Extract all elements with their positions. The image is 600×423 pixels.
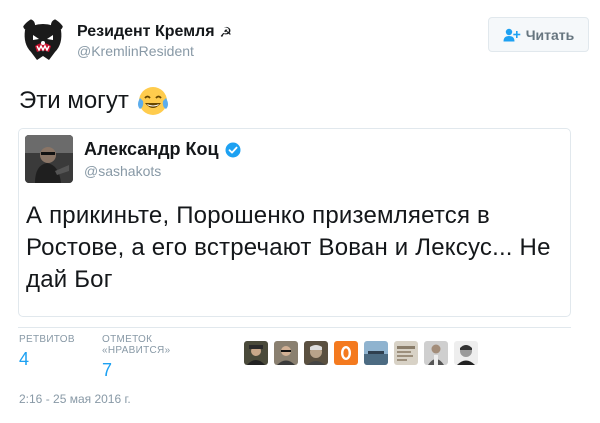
verified-badge-icon	[225, 142, 241, 157]
liker-avatar[interactable]	[454, 341, 478, 365]
author-handle[interactable]: @KremlinResident	[77, 43, 232, 59]
retweets-count: 4	[19, 349, 30, 369]
retweets-label: РЕТВИТОВ	[19, 334, 75, 345]
quoted-tweet[interactable]: Александр Коц @sashakots А прикиньте, По…	[18, 128, 571, 317]
follow-button[interactable]: Читать	[488, 17, 589, 52]
quoted-tweet-text: А прикиньте, Порошенко приземляется в Ро…	[26, 202, 551, 293]
face-with-tears-of-joy-icon	[137, 87, 168, 115]
liker-avatar[interactable]	[364, 341, 388, 365]
liker-avatar[interactable]	[394, 341, 418, 365]
likes-count: 7	[102, 360, 113, 380]
follow-user-icon	[503, 28, 521, 41]
tweet-text: Эти могут	[19, 85, 169, 117]
quoted-author-avatar[interactable]	[25, 135, 73, 183]
author-name[interactable]: Резидент Кремля ☭	[77, 23, 232, 41]
tweet-timestamp[interactable]: 2:16 - 25 мая 2016 г.	[19, 392, 131, 406]
liker-avatar[interactable]	[424, 341, 448, 365]
liker-avatar[interactable]	[304, 341, 328, 365]
liker-avatar[interactable]	[274, 341, 298, 365]
likers-avatars	[244, 341, 478, 365]
likes-label: ОТМЕТОК «НРАВИТСЯ»	[102, 334, 171, 356]
retweets-stat[interactable]: РЕТВИТОВ 4	[19, 334, 75, 370]
liker-avatar[interactable]	[244, 341, 268, 365]
divider	[18, 327, 571, 328]
hammer-sickle-icon: ☭	[219, 23, 233, 40]
tweet-header: Резидент Кремля ☭ @KremlinResident Читат…	[19, 16, 589, 68]
likes-stat[interactable]: ОТМЕТОК «НРАВИТСЯ» 7	[102, 334, 170, 381]
quoted-author-name[interactable]: Александр Коц	[84, 139, 241, 160]
follow-button-label: Читать	[525, 26, 575, 43]
author-avatar[interactable]	[19, 16, 67, 64]
quoted-author-handle[interactable]: @sashakots	[84, 163, 161, 179]
liker-avatar[interactable]	[334, 341, 358, 365]
